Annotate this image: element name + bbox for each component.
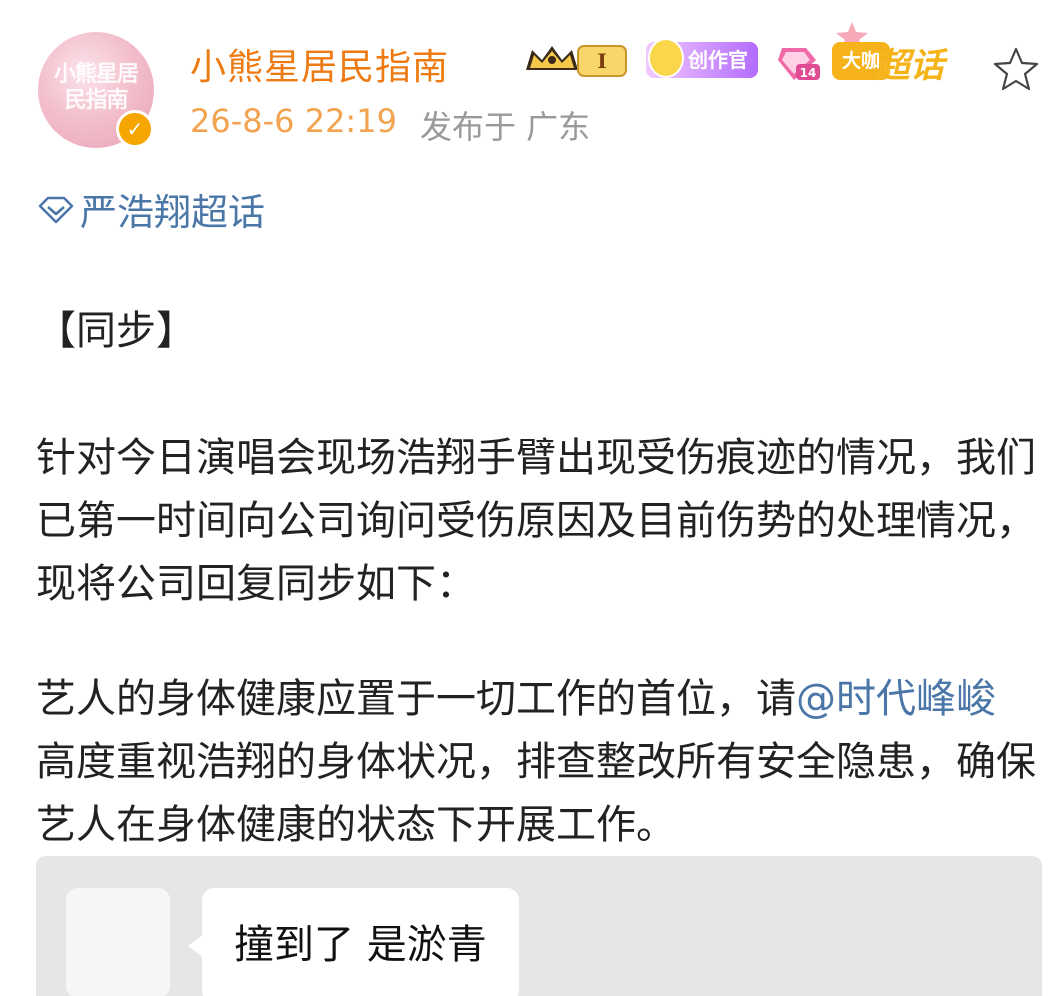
username[interactable]: 小熊星居民指南 — [190, 38, 449, 90]
supertopic-gem-icon — [38, 196, 74, 224]
creator-badge-label: 创作官 — [688, 48, 748, 72]
supertopic-label: 严浩翔超话 — [80, 191, 265, 234]
supertopic-link[interactable]: 严浩翔超话 — [36, 186, 265, 234]
mention-link[interactable]: @时代峰峻 — [796, 676, 996, 722]
quoted-chat-image[interactable]: 撞到了 是淤青 — [36, 856, 1042, 996]
post-paragraph-2: 针对今日演唱会现场浩翔手臂出现受伤痕迹的情况，我们已第一时间向公司询问受伤原因及… — [36, 435, 1036, 607]
creator-badge[interactable]: 创作官 — [646, 38, 758, 78]
post-paragraph-3: 艺人的身体健康应置于一切工作的首位，请@时代峰峻 高度重视浩翔的身体状况，排查整… — [36, 668, 1036, 857]
gem-level-text: 14 — [800, 66, 817, 80]
paragraph-3-text-before: 艺人的身体健康应置于一切工作的首位，请 — [36, 676, 796, 722]
paragraph-3-text-after: 高度重视浩翔的身体状况，排查整改所有安全隐患，确保艺人在身体健康的状态下开展工作… — [36, 739, 1036, 848]
chat-bubble: 撞到了 是淤青 — [202, 888, 519, 996]
verified-badge-icon: ✓ — [116, 110, 154, 148]
supertopic-label: 超话 — [876, 46, 944, 86]
post-header: 小熊星居民指南 ✓ 小熊星居民指南 I 创作官 14 大咖 超话 26-8-6 … — [0, 0, 1057, 160]
post-paragraph-1: 【同步】 — [36, 308, 196, 354]
superstar-badge[interactable]: 大咖 超话 — [832, 20, 950, 86]
post-location: 发布于 广东 — [420, 108, 591, 146]
avatar-text: 小熊星居民指南 — [53, 62, 139, 113]
post-time: 26-8-6 22:19 — [190, 102, 397, 140]
creator-face-icon — [648, 38, 684, 78]
crown-level-badge-icon[interactable]: I — [522, 40, 632, 82]
chat-avatar — [66, 888, 170, 996]
favorite-star-icon[interactable] — [990, 44, 1042, 96]
level-text: I — [597, 49, 606, 73]
gem-level-badge-icon[interactable]: 14 — [776, 42, 822, 82]
